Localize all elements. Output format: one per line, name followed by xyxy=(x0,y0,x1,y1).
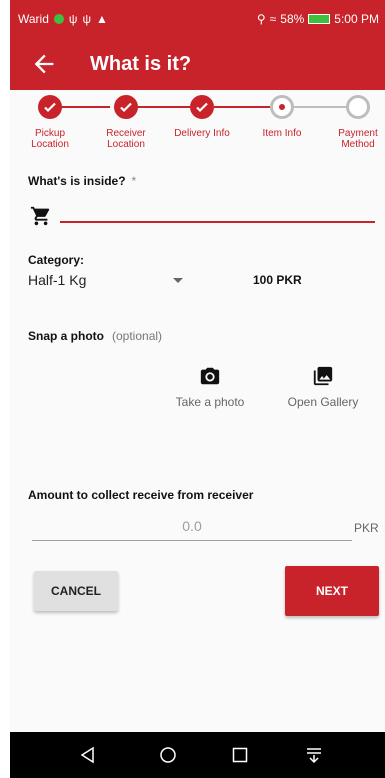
photo-label-text: Snap a photo xyxy=(28,329,104,343)
category-select[interactable]: Half-1 Kg xyxy=(28,272,86,288)
step-label-pickup: Pickup Location xyxy=(31,128,69,150)
step-label-delivery: Delivery Info xyxy=(174,128,230,139)
cancel-button[interactable]: CANCEL xyxy=(34,571,118,611)
nav-recents-icon[interactable] xyxy=(230,745,250,765)
status-bar: Warid ψ ψ ▲ ⚲ ≈ 58% 5:00 PM xyxy=(10,0,385,40)
battery-icon xyxy=(308,14,331,24)
optional-text: (optional) xyxy=(112,329,163,343)
nav-notifications-icon[interactable] xyxy=(304,745,324,765)
cart-icon xyxy=(30,206,50,226)
usb-icon: ψ xyxy=(68,12,78,26)
screen-edge xyxy=(0,0,10,778)
amount-input[interactable]: 0.0 xyxy=(32,518,352,540)
camera-icon xyxy=(200,367,220,385)
notification-dot-icon xyxy=(53,14,64,24)
required-marker: * xyxy=(131,174,137,188)
status-left: Warid ψ ψ ▲ xyxy=(18,12,108,26)
progress-stepper: Pickup Location Receiver Location Delive… xyxy=(10,90,385,160)
step-label-receiver: Receiver Location xyxy=(106,128,146,150)
nav-back-icon[interactable] xyxy=(78,745,98,765)
status-right: ⚲ ≈ 58% 5:00 PM xyxy=(257,12,379,26)
step-delivery-check-icon xyxy=(190,95,214,119)
nav-home-icon[interactable] xyxy=(158,745,178,765)
category-label: Category: xyxy=(28,253,85,267)
amount-label: Amount to collect receive from receiver xyxy=(28,488,254,502)
location-icon: ⚲ xyxy=(256,12,266,26)
step-label-item: Item Info xyxy=(262,128,302,139)
dropdown-arrow-icon[interactable] xyxy=(173,278,183,283)
step-receiver-check-icon xyxy=(114,95,138,119)
open-gallery-label: Open Gallery xyxy=(287,395,359,409)
clock: 5:00 PM xyxy=(334,12,379,26)
battery-percent: 58% xyxy=(280,12,305,26)
take-photo-label: Take a photo xyxy=(175,395,245,409)
wifi-icon: ≈ xyxy=(269,12,277,26)
step-connector xyxy=(294,106,348,108)
cloud-icon: ▲ xyxy=(96,12,108,26)
inside-input[interactable] xyxy=(60,221,375,223)
step-connector xyxy=(214,106,270,108)
app-screen: Warid ψ ψ ▲ ⚲ ≈ 58% 5:00 PM What is it? xyxy=(10,0,385,778)
price-label: 100 PKR xyxy=(253,273,302,287)
page-title: What is it? xyxy=(90,53,192,75)
open-gallery-button[interactable]: Open Gallery xyxy=(273,365,373,409)
step-label-payment: Payment Method xyxy=(338,128,378,150)
photo-label: Snap a photo (optional) xyxy=(28,329,162,343)
step-pickup-check-icon xyxy=(38,95,62,119)
take-photo-button[interactable]: Take a photo xyxy=(160,365,260,409)
gallery-icon xyxy=(313,366,333,386)
step-payment-pending-icon xyxy=(346,95,370,119)
next-button[interactable]: NEXT xyxy=(285,566,379,616)
step-connector xyxy=(134,106,190,108)
inside-label-text: What's is inside? xyxy=(28,174,126,188)
back-arrow-icon[interactable] xyxy=(30,50,58,78)
step-item-active-icon xyxy=(270,95,294,119)
carrier-name: Warid xyxy=(18,12,49,26)
app-bar: What is it? xyxy=(10,40,385,90)
usb-icon-2: ψ xyxy=(82,12,92,26)
inside-label: What's is inside? * xyxy=(28,174,136,188)
amount-unit: PKR xyxy=(354,521,379,535)
amount-underline xyxy=(32,540,352,541)
system-nav-bar xyxy=(10,732,385,778)
